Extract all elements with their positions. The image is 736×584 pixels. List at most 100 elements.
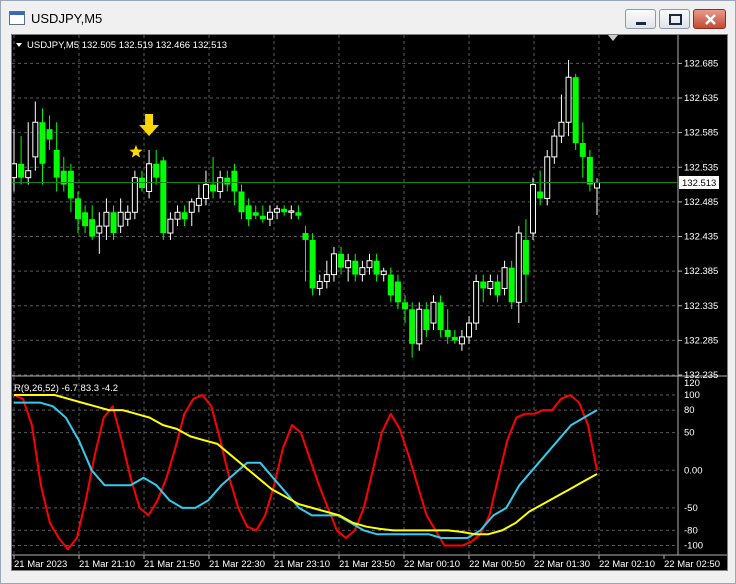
chart-menu-triangle-icon[interactable] — [16, 43, 22, 47]
candle — [402, 295, 409, 324]
indicator-level-label: 120 — [684, 378, 700, 389]
restore-icon — [669, 14, 682, 25]
candle — [330, 246, 337, 282]
candle — [430, 295, 437, 330]
candle — [409, 302, 416, 358]
chart-shift-marker-icon[interactable] — [608, 35, 618, 41]
candle — [167, 212, 174, 240]
main-header: USDJPY,M5 132.505 132.519 132.466 132.51… — [16, 40, 227, 51]
candle — [380, 267, 387, 282]
time-tick-label: 22 Mar 00:10 — [404, 559, 460, 570]
candle — [274, 205, 281, 220]
candle — [202, 170, 209, 206]
price-tick-label: 132.385 — [684, 266, 718, 277]
price-tick-label: 132.585 — [684, 128, 718, 139]
candle — [387, 267, 394, 303]
candle — [174, 205, 181, 227]
price-tick-label: 132.685 — [684, 58, 718, 69]
candle — [252, 205, 259, 220]
candle — [508, 260, 515, 310]
candle — [423, 302, 430, 337]
candle — [281, 205, 288, 216]
time-tick-label: 22 Mar 02:10 — [599, 559, 655, 570]
candle — [394, 274, 401, 310]
candle — [316, 274, 323, 296]
price-tick-label: 132.285 — [684, 335, 718, 346]
candle — [565, 59, 572, 137]
candle — [302, 226, 309, 282]
candle — [160, 156, 167, 240]
candle — [188, 198, 195, 227]
time-tick-label: 21 Mar 23:50 — [339, 559, 395, 570]
candle — [458, 329, 465, 351]
indicator-header: R(9,26,52) -6.7 83.3 -4.2 — [14, 383, 118, 394]
indicator-level-label: 100 — [684, 390, 700, 401]
indicator-level-label: -50 — [684, 503, 698, 514]
candle — [309, 233, 316, 296]
price-tick-label: 132.485 — [684, 197, 718, 208]
title-bar[interactable]: USDJPY,M5 — [1, 1, 735, 33]
time-tick-label: 21 Mar 22:30 — [209, 559, 265, 570]
candle — [217, 170, 224, 199]
candle — [60, 156, 67, 192]
time-tick-label: 21 Mar 23:10 — [274, 559, 330, 570]
candle — [124, 205, 131, 227]
candle — [480, 274, 487, 303]
candle — [444, 309, 451, 344]
candle — [266, 205, 273, 227]
candle — [501, 260, 508, 296]
candle — [195, 184, 202, 213]
price-tick-label: 132.335 — [684, 301, 718, 312]
time-axis[interactable]: 21 Mar 2023 21 Mar 21:10 21 Mar 21:50 21 Ma… — [13, 555, 720, 570]
candle — [473, 274, 480, 330]
minimize-icon — [636, 22, 646, 25]
candle — [572, 73, 579, 150]
candle — [522, 219, 529, 303]
candle — [494, 274, 501, 303]
indicator-level-axis: 120100 80 50 0.00 -50 -80 -100 — [684, 378, 703, 551]
current-price-label: 132.513 — [682, 178, 716, 189]
window-title: USDJPY,M5 — [31, 11, 103, 26]
close-button[interactable] — [693, 9, 726, 29]
candle — [74, 191, 81, 234]
candle — [352, 253, 359, 282]
minimize-button[interactable] — [625, 9, 656, 29]
indicator-level-label: -80 — [684, 525, 698, 536]
candle — [96, 212, 103, 254]
time-tick-label: 21 Mar 21:50 — [144, 559, 200, 570]
close-icon — [705, 14, 716, 25]
time-tick-label: 22 Mar 02:50 — [664, 559, 720, 570]
candle — [530, 177, 537, 240]
candle — [110, 205, 117, 240]
candle — [210, 156, 217, 199]
time-tick-label: 22 Mar 00:50 — [469, 559, 525, 570]
candle — [238, 184, 245, 220]
price-chart[interactable]: USDJPY,M5 132.505 132.519 132.466 132.51… — [11, 35, 727, 570]
chart-window: USDJPY,M5 USDJPY,M5 132.505 132.519 132.… — [0, 0, 736, 584]
candle — [181, 205, 188, 227]
indicator-slow-line — [14, 394, 598, 536]
chart-area[interactable]: USDJPY,M5 132.505 132.519 132.466 132.51… — [11, 34, 728, 571]
signal-star-icon — [129, 144, 143, 158]
candle — [466, 316, 473, 344]
candle — [224, 170, 231, 192]
indicator-pane — [13, 394, 598, 551]
candle — [345, 253, 352, 282]
candle — [359, 260, 366, 282]
candle — [579, 122, 586, 178]
candles — [11, 59, 600, 358]
candle — [537, 170, 544, 206]
candle — [18, 136, 25, 185]
candle — [295, 205, 302, 220]
candle — [103, 198, 110, 240]
candle — [373, 253, 380, 282]
candle — [146, 149, 153, 199]
candle — [451, 329, 458, 344]
candle — [288, 205, 295, 220]
indicator-level-label: -100 — [684, 540, 703, 551]
candle — [82, 205, 89, 234]
price-axis[interactable]: 132.685 132.635 132.585 132.535 132.485 132.4… — [678, 58, 718, 381]
candle — [153, 149, 160, 185]
restore-button[interactable] — [659, 9, 690, 29]
indicator-level-label: 80 — [684, 405, 695, 416]
